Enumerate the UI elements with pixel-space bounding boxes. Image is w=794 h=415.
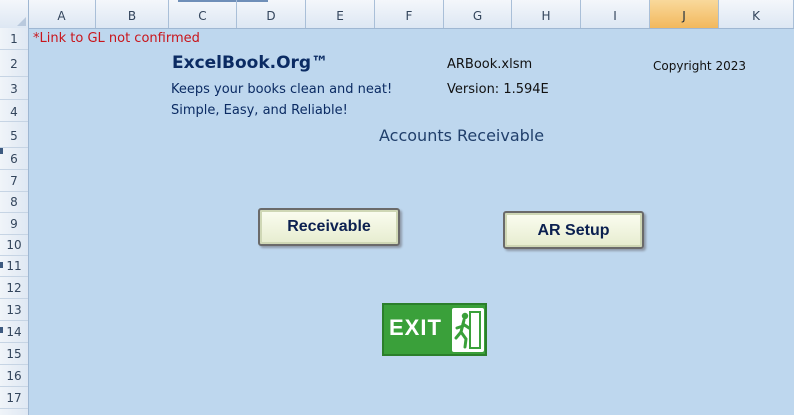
row-header-16[interactable]: 16	[0, 365, 28, 387]
row-header-5[interactable]: 5	[0, 122, 28, 148]
copyright-label: Copyright 2023	[653, 59, 746, 73]
row-header-10[interactable]: 10	[0, 235, 28, 256]
row-header-3[interactable]: 3	[0, 77, 28, 100]
gl-link-warning: *Link to GL not confirmed	[33, 31, 200, 46]
row-header-17[interactable]: 17	[0, 387, 28, 409]
column-header-h[interactable]: H	[512, 0, 581, 28]
column-header-bar: A B C D E F G H I J K	[0, 0, 794, 29]
column-header-f[interactable]: F	[375, 0, 444, 28]
row-tick-mark	[0, 262, 3, 268]
column-header-e[interactable]: E	[306, 0, 375, 28]
row-tick-mark	[0, 327, 3, 333]
row-header-9[interactable]: 9	[0, 213, 28, 235]
select-all-corner[interactable]	[0, 0, 29, 28]
row-header-7[interactable]: 7	[0, 170, 28, 192]
ar-setup-button[interactable]: AR Setup	[503, 211, 644, 249]
row-tick-mark	[0, 148, 3, 154]
tagline-secondary: Simple, Easy, and Reliable!	[171, 103, 348, 118]
version-label: Version: 1.594E	[447, 82, 549, 97]
column-header-k[interactable]: K	[719, 0, 794, 28]
exit-button[interactable]: EXIT	[382, 303, 487, 356]
column-header-g[interactable]: G	[444, 0, 512, 28]
workbook-filename: ARBook.xlsm	[447, 57, 533, 72]
column-header-d[interactable]: D	[237, 0, 306, 28]
row-header-2[interactable]: 2	[0, 50, 28, 77]
receivable-button[interactable]: Receivable	[258, 208, 400, 246]
row-header-14[interactable]: 14	[0, 321, 28, 343]
column-header-b[interactable]: B	[96, 0, 169, 28]
running-man-exit-icon-graphic	[454, 311, 481, 349]
column-header-j[interactable]: J	[650, 0, 719, 28]
running-man-exit-icon	[452, 308, 484, 352]
row-header-13[interactable]: 13	[0, 299, 28, 321]
page-title: Accounts Receivable	[379, 126, 545, 145]
row-header-11[interactable]: 11	[0, 256, 28, 277]
column-header-i[interactable]: I	[581, 0, 650, 28]
row-header-8[interactable]: 8	[0, 192, 28, 213]
column-header-c[interactable]: C	[169, 0, 237, 28]
row-header-6[interactable]: 6	[0, 148, 28, 170]
brand-name: ExcelBook.Org™	[172, 53, 329, 73]
exit-label: EXIT	[389, 315, 442, 340]
tagline-primary: Keeps your books clean and neat!	[171, 82, 393, 97]
row-header-12[interactable]: 12	[0, 277, 28, 299]
row-header-1[interactable]: 1	[0, 28, 28, 50]
select-all-triangle-icon	[17, 17, 26, 26]
column-header-a[interactable]: A	[28, 0, 96, 28]
row-header-15[interactable]: 15	[0, 343, 28, 365]
row-header-4[interactable]: 4	[0, 100, 28, 122]
